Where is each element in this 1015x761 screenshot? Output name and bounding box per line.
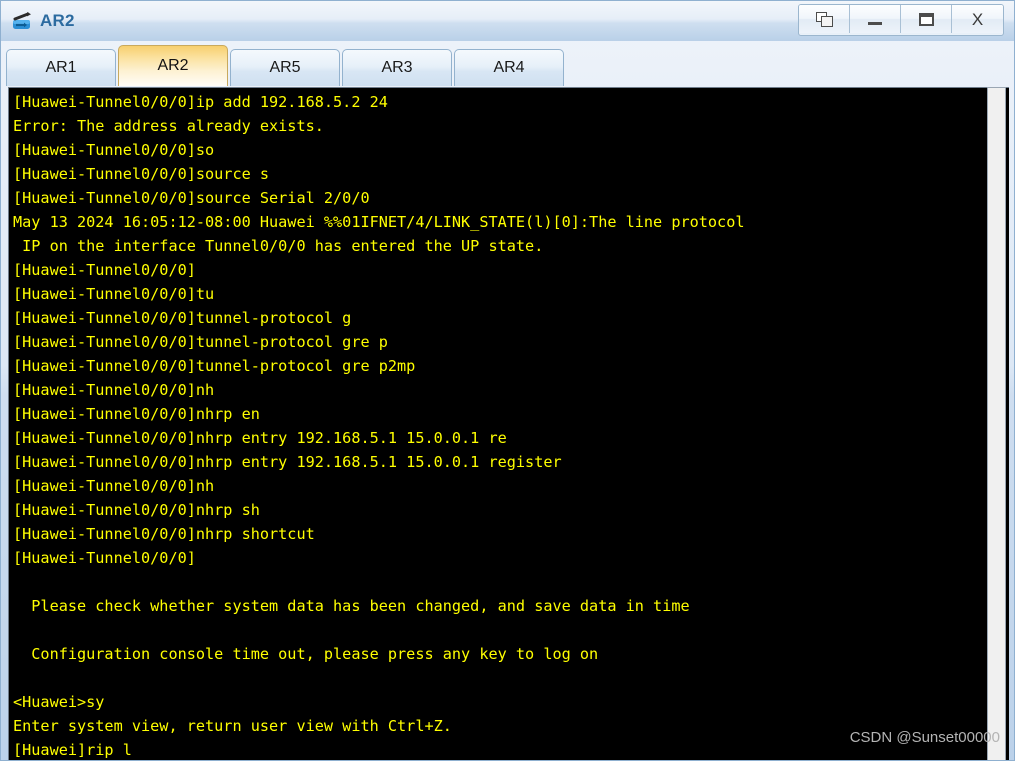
close-button[interactable]: X: [952, 5, 1003, 33]
terminal-line: [Huawei-Tunnel0/0/0]tunnel-protocol gre …: [13, 357, 416, 375]
terminal-frame: [Huawei-Tunnel0/0/0]ip add 192.168.5.2 2…: [8, 87, 1009, 760]
terminal-line: [Huawei-Tunnel0/0/0]source Serial 2/0/0: [13, 189, 370, 207]
window-title: AR2: [40, 11, 75, 30]
terminal-line: IP on the interface Tunnel0/0/0 has ente…: [13, 237, 544, 255]
terminal-line: [Huawei-Tunnel0/0/0]ip add 192.168.5.2 2…: [13, 93, 388, 111]
terminal-line: <Huawei>sy: [13, 693, 105, 711]
terminal-console[interactable]: [Huawei-Tunnel0/0/0]ip add 192.168.5.2 2…: [9, 88, 980, 760]
title-bar-left: AR2: [1, 9, 75, 33]
close-icon: X: [971, 9, 984, 29]
minimize-button[interactable]: [850, 5, 901, 33]
title-bar: AR2 X: [1, 1, 1014, 41]
terminal-line: [Huawei-Tunnel0/0/0]nhrp sh: [13, 501, 260, 519]
router-icon: [10, 9, 34, 33]
terminal-line: Error: The address already exists.: [13, 117, 324, 135]
terminal-line: Please check whether system data has bee…: [13, 597, 690, 615]
tab-ar1[interactable]: AR1: [6, 49, 116, 86]
terminal-line: [Huawei]rip l: [13, 741, 132, 759]
window-controls: X: [798, 4, 1004, 36]
tab-ar5[interactable]: AR5: [230, 49, 340, 86]
minimize-icon: [868, 22, 882, 25]
terminal-line: Configuration console time out, please p…: [13, 645, 599, 663]
terminal-line: [Huawei-Tunnel0/0/0]nh: [13, 477, 215, 495]
emulator-device-window: AR2 X AR1 AR2 AR5 AR3 AR4 [Huawei-Tunnel…: [0, 0, 1015, 761]
cascade-windows-icon: [815, 11, 833, 27]
terminal-line: [Huawei-Tunnel0/0/0]tu: [13, 285, 215, 303]
tab-ar2[interactable]: AR2: [118, 45, 228, 86]
maximize-icon: [918, 12, 934, 26]
terminal-line: [Huawei-Tunnel0/0/0]source s: [13, 165, 270, 183]
terminal-line: [Huawei-Tunnel0/0/0]: [13, 261, 196, 279]
terminal-scrollbar[interactable]: [987, 87, 1006, 760]
terminal-line: [Huawei-Tunnel0/0/0]tunnel-protocol gre …: [13, 333, 388, 351]
terminal-line: [Huawei-Tunnel0/0/0]tunnel-protocol g: [13, 309, 352, 327]
terminal-line: [Huawei-Tunnel0/0/0]nhrp shortcut: [13, 525, 315, 543]
terminal-line: [Huawei-Tunnel0/0/0]nhrp entry 192.168.5…: [13, 453, 562, 471]
terminal-line: [Huawei-Tunnel0/0/0]nhrp entry 192.168.5…: [13, 429, 507, 447]
terminal-line: [Huawei-Tunnel0/0/0]: [13, 549, 196, 567]
tab-ar4[interactable]: AR4: [454, 49, 564, 86]
terminal-line: [Huawei-Tunnel0/0/0]nhrp en: [13, 405, 260, 423]
cascade-windows-button[interactable]: [799, 5, 850, 33]
terminal-line: [Huawei-Tunnel0/0/0]nh: [13, 381, 215, 399]
device-tab-bar: AR1 AR2 AR5 AR3 AR4: [1, 41, 1014, 86]
tab-ar3[interactable]: AR3: [342, 49, 452, 86]
terminal-line: Enter system view, return user view with…: [13, 717, 452, 735]
maximize-button[interactable]: [901, 5, 952, 33]
terminal-line: [Huawei-Tunnel0/0/0]so: [13, 141, 215, 159]
terminal-line: May 13 2024 16:05:12-08:00 Huawei %%01IF…: [13, 213, 745, 231]
